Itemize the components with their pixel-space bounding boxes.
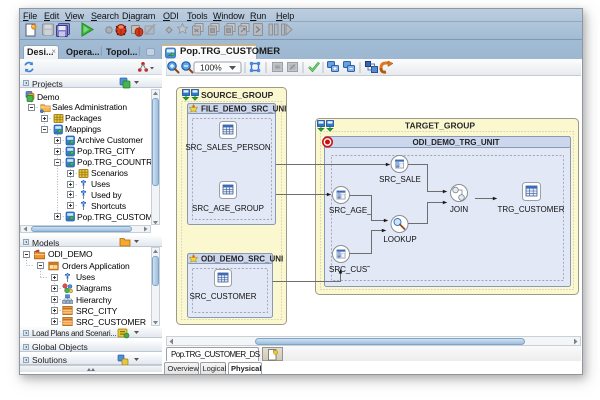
svg-text:JOIN: JOIN [450,205,468,214]
svg-text:SOURCE_GROUP: SOURCE_GROUP [201,90,274,100]
svg-text:ODI_DEMO_SRC_UNI: ODI_DEMO_SRC_UNI [201,255,283,264]
svg-text:ODI_DEMO_TRG_UNIT: ODI_DEMO_TRG_UNIT [412,138,499,147]
svg-text:TRG_CUSTOMER: TRG_CUSTOMER [498,205,565,214]
svg-text:SRC_AGE_GROUP: SRC_AGE_GROUP [192,204,264,213]
svg-text:SRC_SALES_PERSON: SRC_SALES_PERSON [185,143,271,152]
svg-text:SRC_SALE: SRC_SALE [379,175,421,184]
svg-text:FILE_DEMO_SRC_UNI: FILE_DEMO_SRC_UNI [201,105,286,114]
svg-text:SRC_AGE_: SRC_AGE_ [329,206,372,215]
svg-text:SRC_CUSTOMER: SRC_CUSTOMER [190,292,257,301]
svg-text:100%: 100% [200,63,222,73]
svg-text:SRC_CUS˜: SRC_CUS˜ [329,265,370,274]
svg-text:LOOKUP: LOOKUP [383,235,416,244]
svg-text:TARGET_GROUP: TARGET_GROUP [405,121,476,131]
